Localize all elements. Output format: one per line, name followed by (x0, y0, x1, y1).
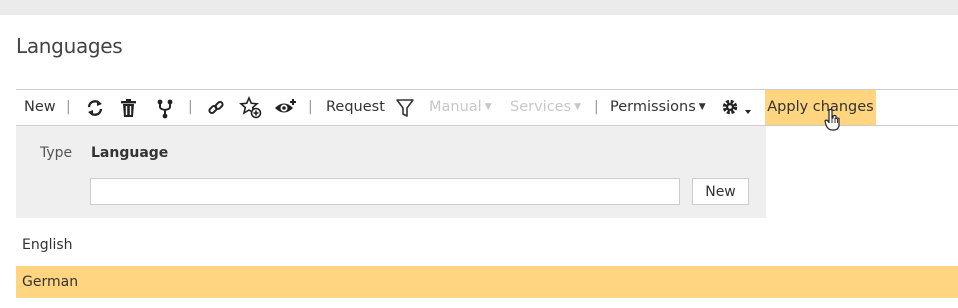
column-header-language[interactable]: Language (91, 145, 168, 161)
page-title: Languages (16, 34, 123, 58)
chevron-down-icon: ▼ (698, 102, 706, 112)
list-item-german[interactable]: German (16, 266, 958, 298)
settings-dropdown[interactable] (719, 95, 751, 121)
language-filter-input[interactable] (90, 178, 680, 205)
services-label: Services (510, 99, 572, 115)
list-item-english[interactable]: English (16, 229, 958, 261)
star-add-icon[interactable] (238, 95, 264, 121)
manual-label: Manual (429, 99, 482, 115)
delete-icon[interactable] (116, 95, 142, 121)
permissions-label: Permissions (610, 99, 696, 115)
toolbar-separator: | (594, 99, 599, 115)
chevron-down-icon: ▼ (484, 102, 492, 112)
filter-panel: Type Language New (16, 126, 766, 218)
services-dropdown[interactable]: Services ▼ (510, 90, 581, 125)
chevron-down-icon: ▼ (574, 102, 582, 112)
new-language-button[interactable]: New (692, 178, 749, 205)
permissions-dropdown[interactable]: Permissions ▼ (610, 90, 706, 125)
filter-icon[interactable] (393, 95, 419, 121)
toolbar-separator: | (66, 99, 71, 115)
branch-icon[interactable] (152, 95, 178, 121)
toolbar-separator: | (188, 99, 193, 115)
watch-icon[interactable] (273, 95, 299, 121)
refresh-icon[interactable] (82, 95, 108, 121)
request-button[interactable]: Request (326, 90, 385, 125)
gear-icon (722, 99, 751, 115)
link-icon[interactable] (203, 95, 229, 121)
manual-dropdown[interactable]: Manual ▼ (429, 90, 492, 125)
toolbar-separator: | (308, 99, 313, 115)
toolbar: New | | | Request Manual ▼ Services ▼ | … (16, 89, 958, 126)
hand-cursor-icon (824, 108, 840, 131)
column-header-type[interactable]: Type (40, 145, 72, 161)
top-bar (0, 0, 958, 15)
apply-changes-button[interactable]: Apply changes (765, 90, 876, 125)
new-button[interactable]: New (24, 90, 56, 125)
